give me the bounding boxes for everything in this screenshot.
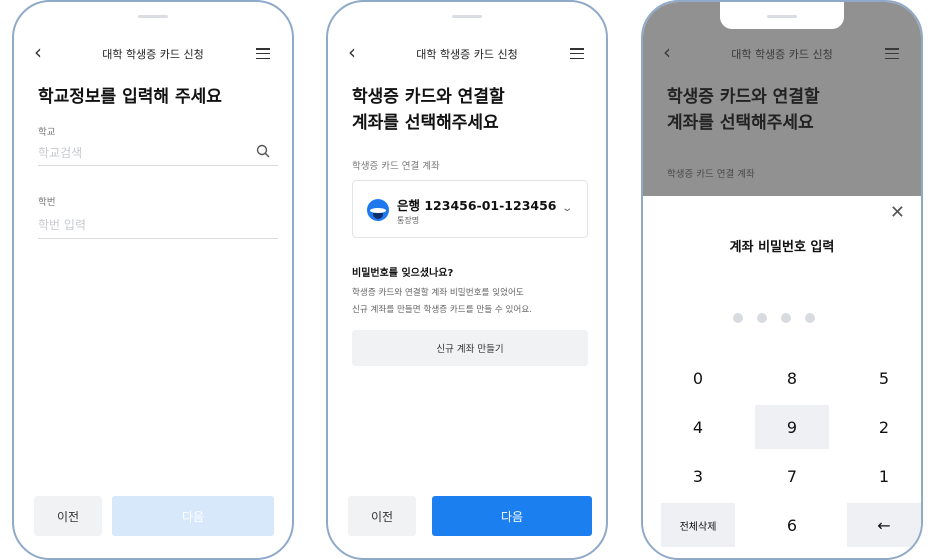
app-header: ‹ 대학 학생증 카드 신청 xyxy=(643,40,921,64)
hamburger-menu-icon[interactable] xyxy=(570,48,584,60)
phone-notch xyxy=(405,2,529,29)
student-number-underline xyxy=(38,238,278,239)
pin-indicator xyxy=(733,308,829,327)
key-3[interactable]: 3 xyxy=(661,454,735,498)
heading-line-1: 학생증 카드와 연결할 xyxy=(352,87,505,107)
key-5[interactable]: 5 xyxy=(847,356,921,400)
next-button-disabled[interactable]: 다음 xyxy=(112,496,274,536)
account-label: 학생증 카드 연결 계좌 xyxy=(667,169,755,180)
prev-button[interactable]: 이전 xyxy=(34,496,102,536)
school-label: 학교 xyxy=(38,127,56,138)
header-title: 대학 학생증 카드 신청 xyxy=(416,48,518,61)
new-account-button[interactable]: 신규 계좌 만들기 xyxy=(352,330,588,366)
app-header: ‹ 대학 학생증 카드 신청 xyxy=(328,40,606,64)
password-bottom-sheet: ✕ 계좌 비밀번호 입력 0 8 5 4 9 2 3 7 1 전체삭제 6 ← xyxy=(643,196,921,558)
forgot-line-2: 신규 계좌를 만들면 학생증 카드를 만들 수 있어요. xyxy=(352,305,532,315)
phone-notch xyxy=(91,2,215,29)
next-button[interactable]: 다음 xyxy=(432,496,592,536)
app-header: ‹ 대학 학생증 카드 신청 xyxy=(14,40,292,64)
backspace-arrow-icon[interactable]: ← xyxy=(847,503,921,547)
phone-notch xyxy=(720,2,844,29)
search-icon[interactable] xyxy=(256,144,270,158)
bank-logo-icon xyxy=(367,199,389,221)
header-title: 대학 학생증 카드 신청 xyxy=(102,48,204,61)
header-title: 대학 학생증 카드 신청 xyxy=(731,48,833,61)
phone-screen-school-info: ‹ 대학 학생증 카드 신청 학교정보를 입력해 주세요 학교 학교검색 학번 … xyxy=(12,0,294,560)
forgot-password-description: 학생증 카드와 연결할 계좌 비밀번호를 잊었어도 신규 계좌를 만들면 학생증… xyxy=(352,285,592,319)
dimmed-background: ‹ 대학 학생증 카드 신청 학생증 카드와 연결할 계좌를 선택해주세요 학생… xyxy=(643,2,921,196)
school-search-input[interactable]: 학교검색 xyxy=(38,144,82,161)
phone-screen-password-entry: ‹ 대학 학생증 카드 신청 학생증 카드와 연결할 계좌를 선택해주세요 학생… xyxy=(641,0,923,560)
heading-line-2: 계좌를 선택해주세요 xyxy=(667,113,814,133)
account-label: 학생증 카드 연결 계좌 xyxy=(352,161,440,172)
heading-line-2: 계좌를 선택해주세요 xyxy=(352,113,499,133)
phone-screen-select-account: ‹ 대학 학생증 카드 신청 학생증 카드와 연결할 계좌를 선택해주세요 학생… xyxy=(326,0,608,560)
close-icon[interactable]: ✕ xyxy=(890,202,905,223)
account-number: 은행 123456-01-123456 xyxy=(397,198,557,213)
hamburger-menu-icon[interactable] xyxy=(256,48,270,60)
forgot-line-1: 학생증 카드와 연결할 계좌 비밀번호를 잊었어도 xyxy=(352,288,524,298)
pin-dot xyxy=(757,313,767,323)
student-number-label: 학번 xyxy=(38,197,56,208)
prev-button[interactable]: 이전 xyxy=(348,496,416,536)
student-number-input[interactable]: 학번 입력 xyxy=(38,216,86,233)
key-9[interactable]: 9 xyxy=(755,405,829,449)
page-heading: 학교정보를 입력해 주세요 xyxy=(38,87,222,107)
key-6[interactable]: 6 xyxy=(755,503,829,547)
clear-all-key[interactable]: 전체삭제 xyxy=(661,503,735,547)
key-1[interactable]: 1 xyxy=(847,454,921,498)
hamburger-menu-icon xyxy=(885,48,899,60)
account-select[interactable]: 은행 123456-01-123456 통장명 ⌄ xyxy=(352,180,588,238)
pin-dot xyxy=(781,313,791,323)
account-type: 통장명 xyxy=(397,216,420,225)
heading-line-1: 학생증 카드와 연결할 xyxy=(667,87,820,107)
sheet-title: 계좌 비밀번호 입력 xyxy=(729,240,835,255)
key-8[interactable]: 8 xyxy=(755,356,829,400)
forgot-password-title: 비밀번호를 잊으셨나요? xyxy=(352,268,454,279)
chevron-down-icon[interactable]: ⌄ xyxy=(561,203,573,214)
key-4[interactable]: 4 xyxy=(661,405,735,449)
key-2[interactable]: 2 xyxy=(847,405,921,449)
key-7[interactable]: 7 xyxy=(755,454,829,498)
pin-dot xyxy=(805,313,815,323)
school-input-underline xyxy=(38,165,278,166)
pin-dot xyxy=(733,313,743,323)
key-0[interactable]: 0 xyxy=(661,356,735,400)
